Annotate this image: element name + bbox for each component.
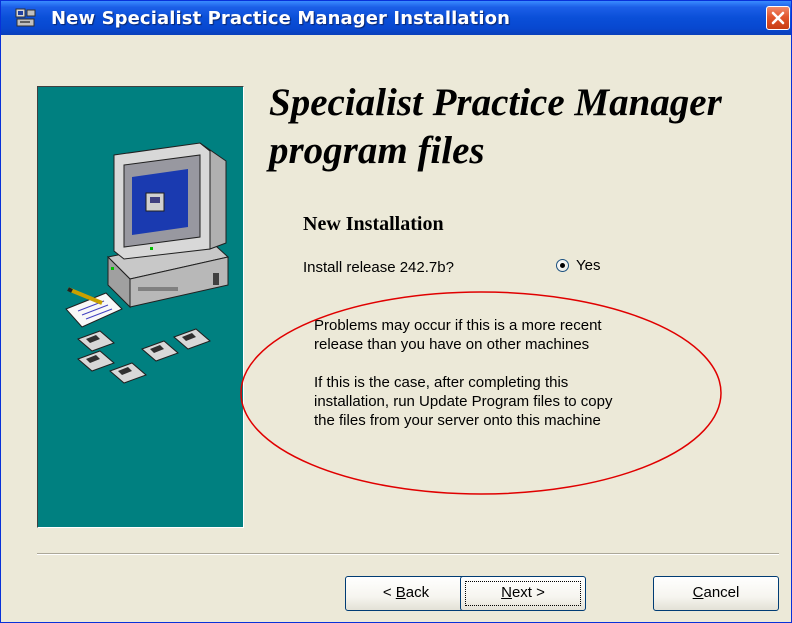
footer-separator bbox=[37, 553, 779, 555]
computer-monitor-icon bbox=[106, 142, 230, 309]
side-illustration-panel bbox=[37, 86, 244, 528]
cancel-button-mnemonic: C bbox=[692, 584, 704, 601]
focus-rectangle bbox=[465, 581, 581, 606]
close-button[interactable] bbox=[766, 6, 790, 30]
cancel-button-rest: ancel bbox=[703, 584, 740, 601]
computer-illustration bbox=[65, 142, 230, 384]
annotation-ellipse bbox=[240, 291, 722, 495]
next-button[interactable]: Next > bbox=[460, 576, 586, 611]
yes-radio-button[interactable] bbox=[556, 259, 569, 272]
cancel-button[interactable]: Cancel bbox=[653, 576, 779, 611]
floppy-disk-icon bbox=[77, 328, 211, 384]
document-pen-icon bbox=[65, 287, 123, 328]
back-button-rest: ack bbox=[405, 584, 430, 601]
yes-radio-label[interactable]: Yes bbox=[576, 257, 600, 274]
installer-window: New Specialist Practice Manager Installa… bbox=[0, 0, 792, 623]
heading-line-1: Specialist Practice Manager bbox=[269, 81, 722, 124]
back-button-mnemonic: B bbox=[395, 584, 406, 601]
heading-line-2: program files bbox=[269, 129, 485, 172]
section-title: New Installation bbox=[303, 213, 444, 235]
radio-selected-dot bbox=[560, 263, 565, 268]
page-heading: Specialist Practice Manager program file… bbox=[269, 79, 779, 175]
back-button[interactable]: < Back bbox=[345, 576, 467, 611]
install-question-label: Install release 242.7b? bbox=[303, 259, 454, 276]
back-button-prefix: < bbox=[382, 584, 396, 601]
window-title: New Specialist Practice Manager Installa… bbox=[51, 8, 511, 29]
title-bar[interactable]: New Specialist Practice Manager Installa… bbox=[1, 1, 791, 35]
installer-icon bbox=[15, 8, 37, 28]
close-icon bbox=[771, 11, 785, 25]
